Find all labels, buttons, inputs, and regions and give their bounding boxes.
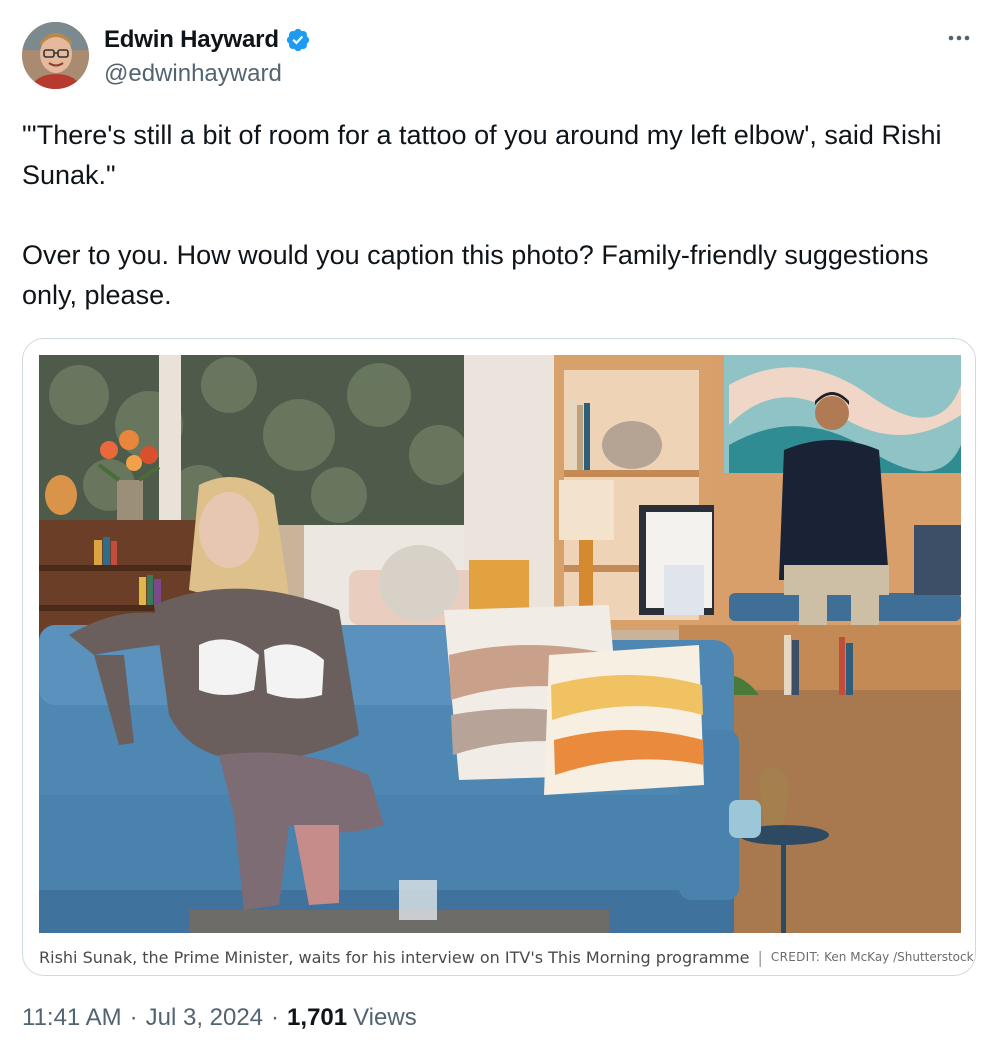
media-card[interactable]: Rishi Sunak, the Prime Minister, waits f… — [22, 338, 976, 976]
more-options-icon[interactable] — [944, 26, 974, 50]
views-count[interactable]: 1,701 — [287, 1004, 347, 1032]
photo-caption-row: Rishi Sunak, the Prime Minister, waits f… — [39, 943, 974, 971]
photo-caption: Rishi Sunak, the Prime Minister, waits f… — [39, 947, 750, 967]
credit-label: CREDIT: — [770, 950, 821, 964]
avatar-photo — [22, 22, 89, 89]
tweet-time[interactable]: 11:41 AM — [22, 1004, 122, 1032]
views-label[interactable]: Views — [353, 1004, 417, 1032]
credit-name: Ken McKay /Shutterstock — [824, 950, 974, 964]
author-handle[interactable]: @edwinhayward — [104, 60, 282, 88]
caption-separator: | — [757, 947, 763, 967]
news-photo[interactable] — [39, 355, 961, 933]
author-display-name[interactable]: Edwin Hayward — [104, 26, 279, 54]
avatar[interactable] — [22, 22, 89, 89]
verified-badge-icon[interactable] — [285, 27, 311, 53]
tweet-meta: 11:41 AM · Jul 3, 2024 · 1,701 Views — [22, 1004, 417, 1032]
meta-dot-2: · — [271, 1004, 280, 1031]
meta-dot-1: · — [129, 1004, 138, 1031]
tweet-date[interactable]: Jul 3, 2024 — [146, 1004, 263, 1032]
tweet-text: "'There's still a bit of room for a tatt… — [22, 120, 942, 310]
author-name-row[interactable]: Edwin Hayward — [104, 26, 311, 54]
